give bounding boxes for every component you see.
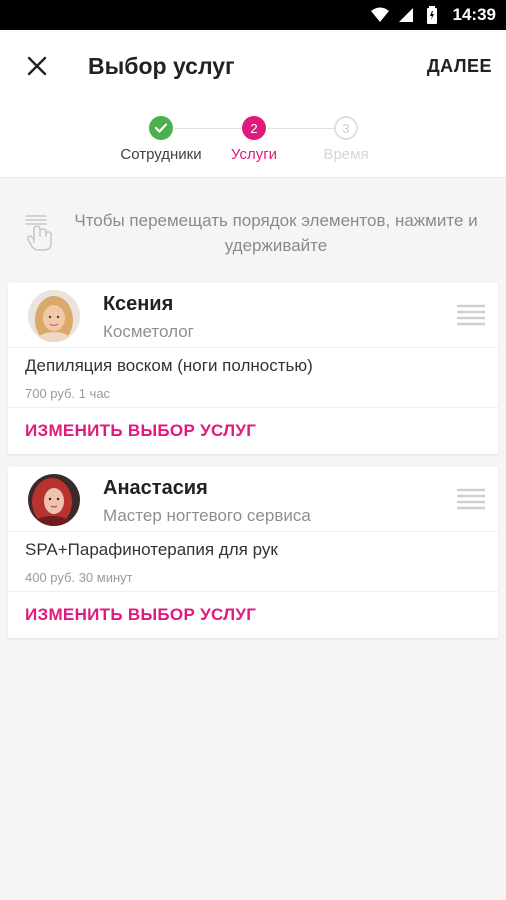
close-button[interactable] — [22, 51, 52, 81]
page-title: Выбор услуг — [88, 52, 235, 79]
close-icon — [27, 56, 47, 76]
status-time: 14:39 — [452, 5, 496, 24]
service-name: Депиляция воском (ноги полностью) — [25, 356, 313, 375]
wifi-icon — [370, 6, 389, 24]
hint-text: Чтобы перемещать порядок элементов, нажм… — [74, 211, 478, 255]
employee-card: Ксения Косметолог Депиляция воском (ноги… — [8, 283, 498, 454]
touch-hand-icon — [25, 215, 52, 251]
step-label: Услуги — [230, 146, 278, 163]
drag-handle-icon[interactable] — [456, 487, 486, 511]
check-icon — [154, 123, 168, 133]
card-header: Ксения Косметолог — [8, 283, 498, 348]
change-services-button[interactable]: ИЗМЕНИТЬ ВЫБОР УСЛУГ — [8, 408, 498, 453]
drag-handle-icon[interactable] — [456, 303, 486, 327]
avatar — [28, 474, 80, 526]
app-bar: Выбор услуг ДАЛЕЕ — [0, 30, 506, 102]
reorder-hint: Чтобы перемещать порядок элементов, нажм… — [0, 190, 506, 274]
next-button[interactable]: ДАЛЕЕ — [427, 56, 492, 77]
employee-role: Косметолог — [103, 322, 194, 341]
service-name: SPA+Парафинотерапия для рук — [25, 540, 278, 559]
signal-icon — [397, 6, 415, 24]
service-row: Депиляция воском (ноги полностью) 700 ру… — [8, 348, 498, 408]
battery-icon — [423, 6, 441, 24]
stepper: Сотрудники 2 Услуги 3 Время — [0, 102, 506, 178]
step-number: 3 — [334, 116, 358, 140]
employee-card: Анастасия Мастер ногтевого сервиса SPA+П… — [8, 467, 498, 638]
step-label: Время — [323, 146, 369, 163]
employee-name: Ксения — [103, 293, 174, 315]
service-row: SPA+Парафинотерапия для рук 400 руб. 30 … — [8, 532, 498, 592]
step-done-circle — [149, 116, 173, 140]
step-label: Сотрудники — [120, 146, 202, 163]
card-header: Анастасия Мастер ногтевого сервиса — [8, 467, 498, 532]
change-services-button[interactable]: ИЗМЕНИТЬ ВЫБОР УСЛУГ — [8, 592, 498, 637]
service-price-duration: 700 руб. 1 час — [25, 386, 111, 401]
step-time[interactable]: 3 Время — [291, 116, 401, 163]
service-price-duration: 400 руб. 30 минут — [25, 570, 133, 585]
status-bar: 14:39 — [0, 0, 506, 30]
employee-name: Анастасия — [103, 477, 208, 499]
employee-role: Мастер ногтевого сервиса — [103, 506, 311, 525]
avatar — [28, 290, 80, 342]
step-number: 2 — [242, 116, 266, 140]
